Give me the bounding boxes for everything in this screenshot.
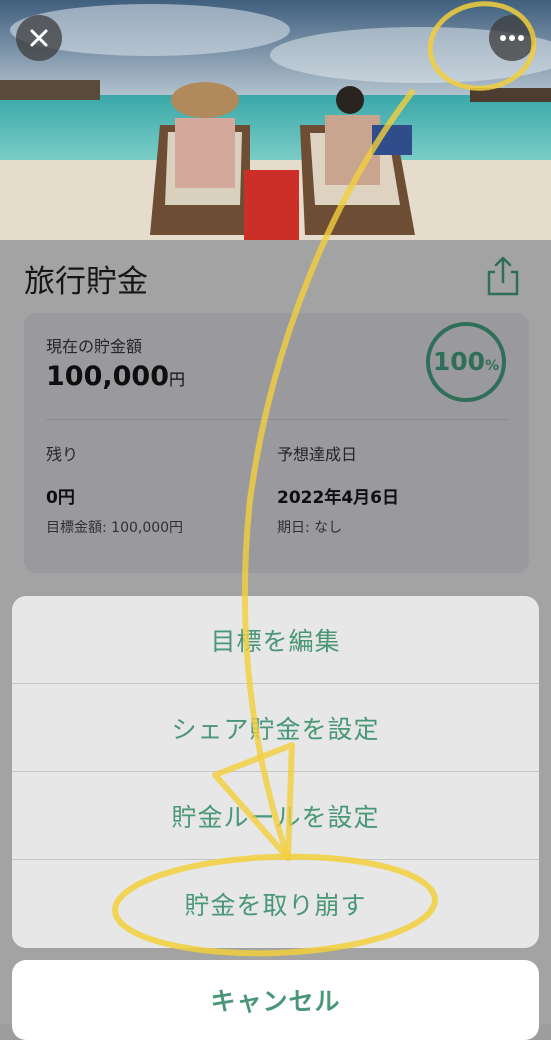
card-divider (46, 419, 508, 420)
saving-rule-option[interactable]: 貯金ルールを設定 (12, 772, 539, 859)
target-amount: 目標金額: 100,000円 (46, 520, 184, 536)
remaining-label: 残り (46, 445, 79, 464)
cancel-button[interactable]: キャンセル (12, 960, 539, 1040)
progress-percent: 100% (424, 347, 508, 376)
shared-saving-option[interactable]: シェア貯金を設定 (12, 684, 539, 771)
action-sheet: 目標を編集 シェア貯金を設定 貯金ルールを設定 貯金を取り崩す (12, 596, 539, 948)
deadline: 期日: なし (277, 520, 343, 536)
cancel-label: キャンセル (210, 987, 341, 1016)
currency-unit: 円 (168, 370, 185, 389)
goal-title: 旅行貯金 (24, 264, 148, 300)
current-amount-label: 現在の貯金額 (46, 337, 143, 356)
edit-goal-option[interactable]: 目標を編集 (12, 596, 539, 683)
expected-date: 2022年4月6日 (277, 488, 399, 508)
share-icon[interactable] (484, 254, 522, 298)
expected-date-label: 予想達成日 (277, 445, 358, 464)
close-button[interactable] (16, 15, 62, 61)
close-icon (30, 29, 48, 47)
progress-value: 100 (432, 347, 486, 376)
more-options-button[interactable] (489, 15, 535, 61)
withdraw-savings-option[interactable]: 貯金を取り崩す (12, 860, 539, 947)
ellipsis-icon (500, 35, 524, 41)
hero-image (0, 0, 551, 240)
current-amount: 100,000円 (46, 361, 185, 392)
progress-unit: % (485, 358, 500, 374)
remaining-amount: 0円 (46, 488, 75, 508)
current-amount-value: 100,000 (46, 361, 169, 392)
